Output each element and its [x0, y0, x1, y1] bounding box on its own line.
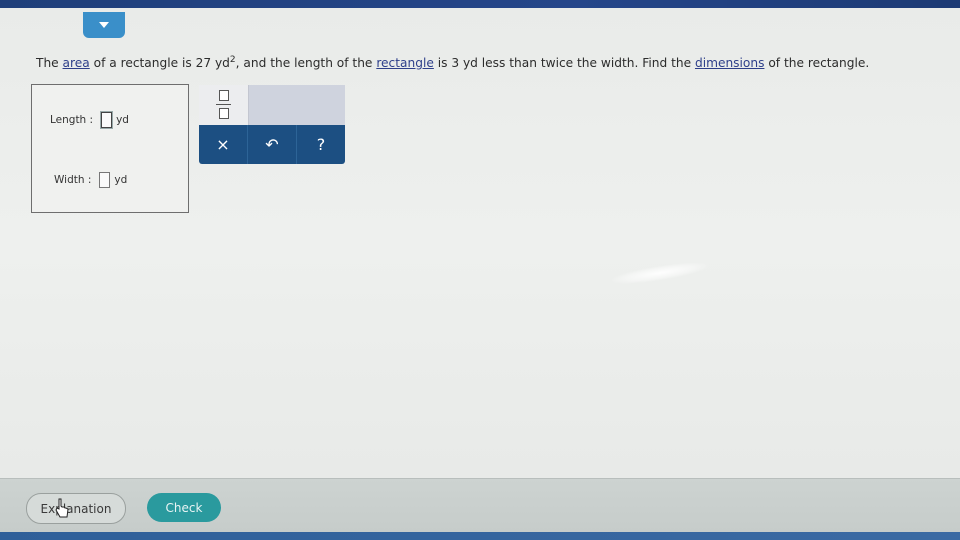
check-label: Check	[165, 500, 203, 515]
fraction-bar-icon	[216, 104, 231, 105]
explanation-label: Explanation	[40, 501, 112, 516]
dimensions-link[interactable]: dimensions	[695, 56, 764, 70]
width-row: Width : yd	[54, 172, 127, 188]
fraction-denominator-icon	[219, 108, 229, 119]
length-row: Length : yd	[50, 112, 129, 128]
help-icon: ?	[316, 135, 326, 154]
question-part: of a rectangle is 27 yd	[89, 56, 230, 71]
length-unit: yd	[116, 114, 129, 126]
area-link[interactable]: area	[63, 56, 90, 70]
hand-cursor-icon	[55, 498, 69, 518]
question-part: The	[36, 56, 63, 71]
width-unit: yd	[114, 174, 128, 186]
clear-button[interactable]: ×	[199, 125, 248, 164]
fraction-numerator-icon	[219, 90, 229, 101]
question-text: The area of a rectangle is 27 yd2, and t…	[36, 55, 936, 70]
length-label: Length :	[50, 114, 94, 126]
length-input[interactable]	[101, 112, 113, 128]
collapse-toggle-button[interactable]	[83, 12, 125, 38]
undo-button[interactable]: ↶	[248, 125, 297, 164]
question-part: of the rectangle.	[764, 56, 870, 71]
close-icon: ×	[216, 135, 230, 154]
math-palette-actions: × ↶ ?	[199, 125, 345, 164]
question-part: , and the length of the	[235, 56, 377, 71]
chevron-down-icon	[99, 22, 109, 28]
screen-glare	[611, 258, 709, 288]
explanation-button[interactable]: Explanation	[26, 493, 126, 524]
undo-icon: ↶	[265, 135, 279, 154]
help-button[interactable]: ?	[297, 125, 345, 164]
width-label: Width :	[54, 174, 92, 186]
math-palette-top	[199, 85, 345, 125]
check-button[interactable]: Check	[147, 493, 221, 522]
width-input[interactable]	[99, 172, 111, 188]
footer-bar: Explanation Check	[0, 478, 960, 533]
problem-page: The area of a rectangle is 27 yd2, and t…	[0, 8, 960, 478]
fraction-button[interactable]	[199, 85, 249, 125]
rectangle-link[interactable]: rectangle	[376, 56, 434, 70]
bottom-band	[0, 532, 960, 540]
question-part: is 3 yd less than twice the width. Find …	[433, 56, 695, 71]
answer-box: Length : yd Width : yd	[31, 84, 189, 213]
